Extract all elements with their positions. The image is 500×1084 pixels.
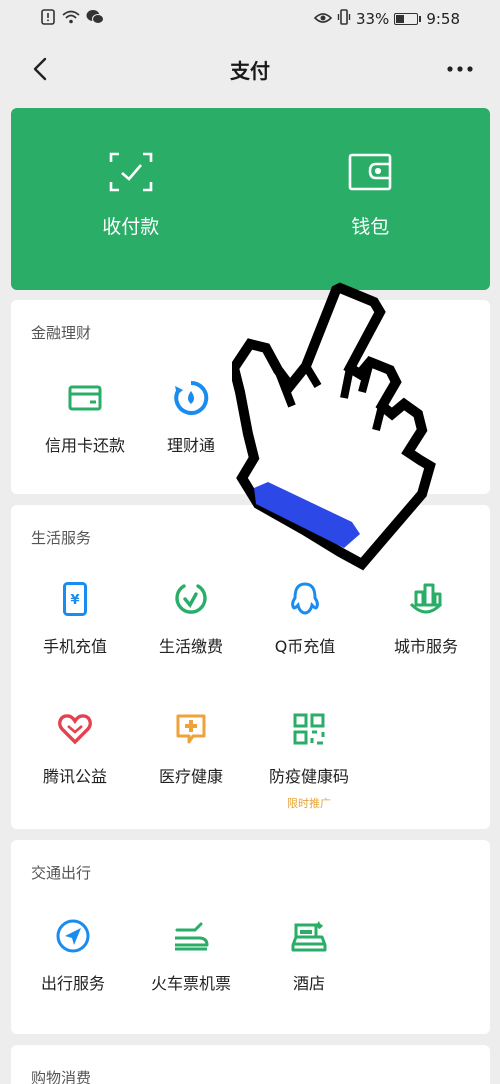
charity-icon	[57, 711, 93, 747]
train-plane-icon	[173, 918, 209, 954]
clock: 9:58	[426, 10, 460, 28]
qrcode-icon	[291, 711, 327, 747]
section-title: 购物消费	[31, 1069, 92, 1084]
wallet-button[interactable]: 钱包	[251, 108, 491, 290]
wealth-icon	[173, 380, 209, 416]
navigation-icon	[55, 918, 91, 954]
section-title: 交通出行	[31, 864, 92, 882]
travel-service-button[interactable]: 出行服务	[13, 918, 133, 994]
bill-pay-icon	[173, 581, 209, 617]
hero-panel: 收付款 钱包	[11, 108, 490, 290]
receive-pay-label: 收付款	[102, 216, 160, 238]
wallet-icon	[348, 153, 392, 191]
health-code-label: 防疫健康码	[268, 767, 349, 786]
city-icon	[408, 581, 444, 617]
hotel-icon	[291, 918, 327, 954]
phone-topup-button[interactable]: ¥ 手机充值	[15, 581, 135, 657]
qq-icon	[287, 581, 323, 617]
medical-label: 医疗健康	[158, 767, 223, 786]
receive-pay-button[interactable]: 收付款	[11, 108, 251, 290]
promo-badge: 限时推广	[287, 797, 331, 810]
city-services-button[interactable]: 城市服务	[366, 581, 486, 657]
battery-percent: 33%	[355, 10, 390, 28]
qcoin-topup-label: Q币充值	[274, 637, 336, 656]
pointer-hand-icon	[232, 282, 436, 571]
chevron-left-icon	[33, 57, 47, 81]
travel-service-label: 出行服务	[40, 974, 105, 993]
status-bar: 33% 9:58	[0, 0, 500, 38]
health-code-button[interactable]: 防疫健康码 限时推广	[249, 711, 369, 811]
train-plane-button[interactable]: 火车票机票	[131, 918, 251, 994]
credit-card-icon	[67, 380, 103, 416]
back-button[interactable]	[20, 49, 60, 89]
battery-icon	[394, 13, 422, 25]
shopping-section: 购物消费	[11, 1045, 490, 1084]
charity-label: 腾讯公益	[42, 767, 107, 786]
wealth-label: 理财通	[166, 436, 215, 455]
section-title: 金融理财	[31, 324, 92, 342]
charity-button[interactable]: 腾讯公益	[15, 711, 135, 787]
svg-text:¥: ¥	[70, 593, 79, 608]
alert-icon	[40, 9, 56, 29]
city-services-label: 城市服务	[393, 637, 458, 656]
transport-section: 交通出行 出行服务 火车票机票 酒店	[11, 840, 490, 1034]
medical-icon	[173, 711, 209, 747]
vibrate-icon	[337, 9, 351, 29]
eye-icon	[313, 10, 333, 28]
more-dots-icon	[447, 66, 473, 72]
phone-icon: ¥	[57, 581, 93, 617]
qcoin-topup-button[interactable]: Q币充值	[245, 581, 365, 657]
hotel-label: 酒店	[292, 974, 325, 993]
page-title: 支付	[230, 58, 270, 83]
credit-card-label: 信用卡还款	[44, 436, 125, 455]
bill-pay-label: 生活缴费	[158, 637, 223, 656]
wifi-icon	[62, 10, 80, 28]
hotel-button[interactable]: 酒店	[249, 918, 369, 994]
nav-bar: 支付	[0, 38, 500, 100]
medical-button[interactable]: 医疗健康	[131, 711, 251, 787]
phone-topup-label: 手机充值	[42, 637, 107, 656]
more-button[interactable]	[440, 49, 480, 89]
wechat-icon	[86, 9, 104, 29]
section-title: 生活服务	[31, 529, 92, 547]
scan-pay-icon	[109, 152, 153, 192]
train-plane-label: 火车票机票	[150, 974, 231, 993]
wallet-label: 钱包	[351, 216, 390, 238]
bill-pay-button[interactable]: 生活缴费	[131, 581, 251, 657]
credit-card-repay-button[interactable]: 信用卡还款	[25, 380, 145, 456]
